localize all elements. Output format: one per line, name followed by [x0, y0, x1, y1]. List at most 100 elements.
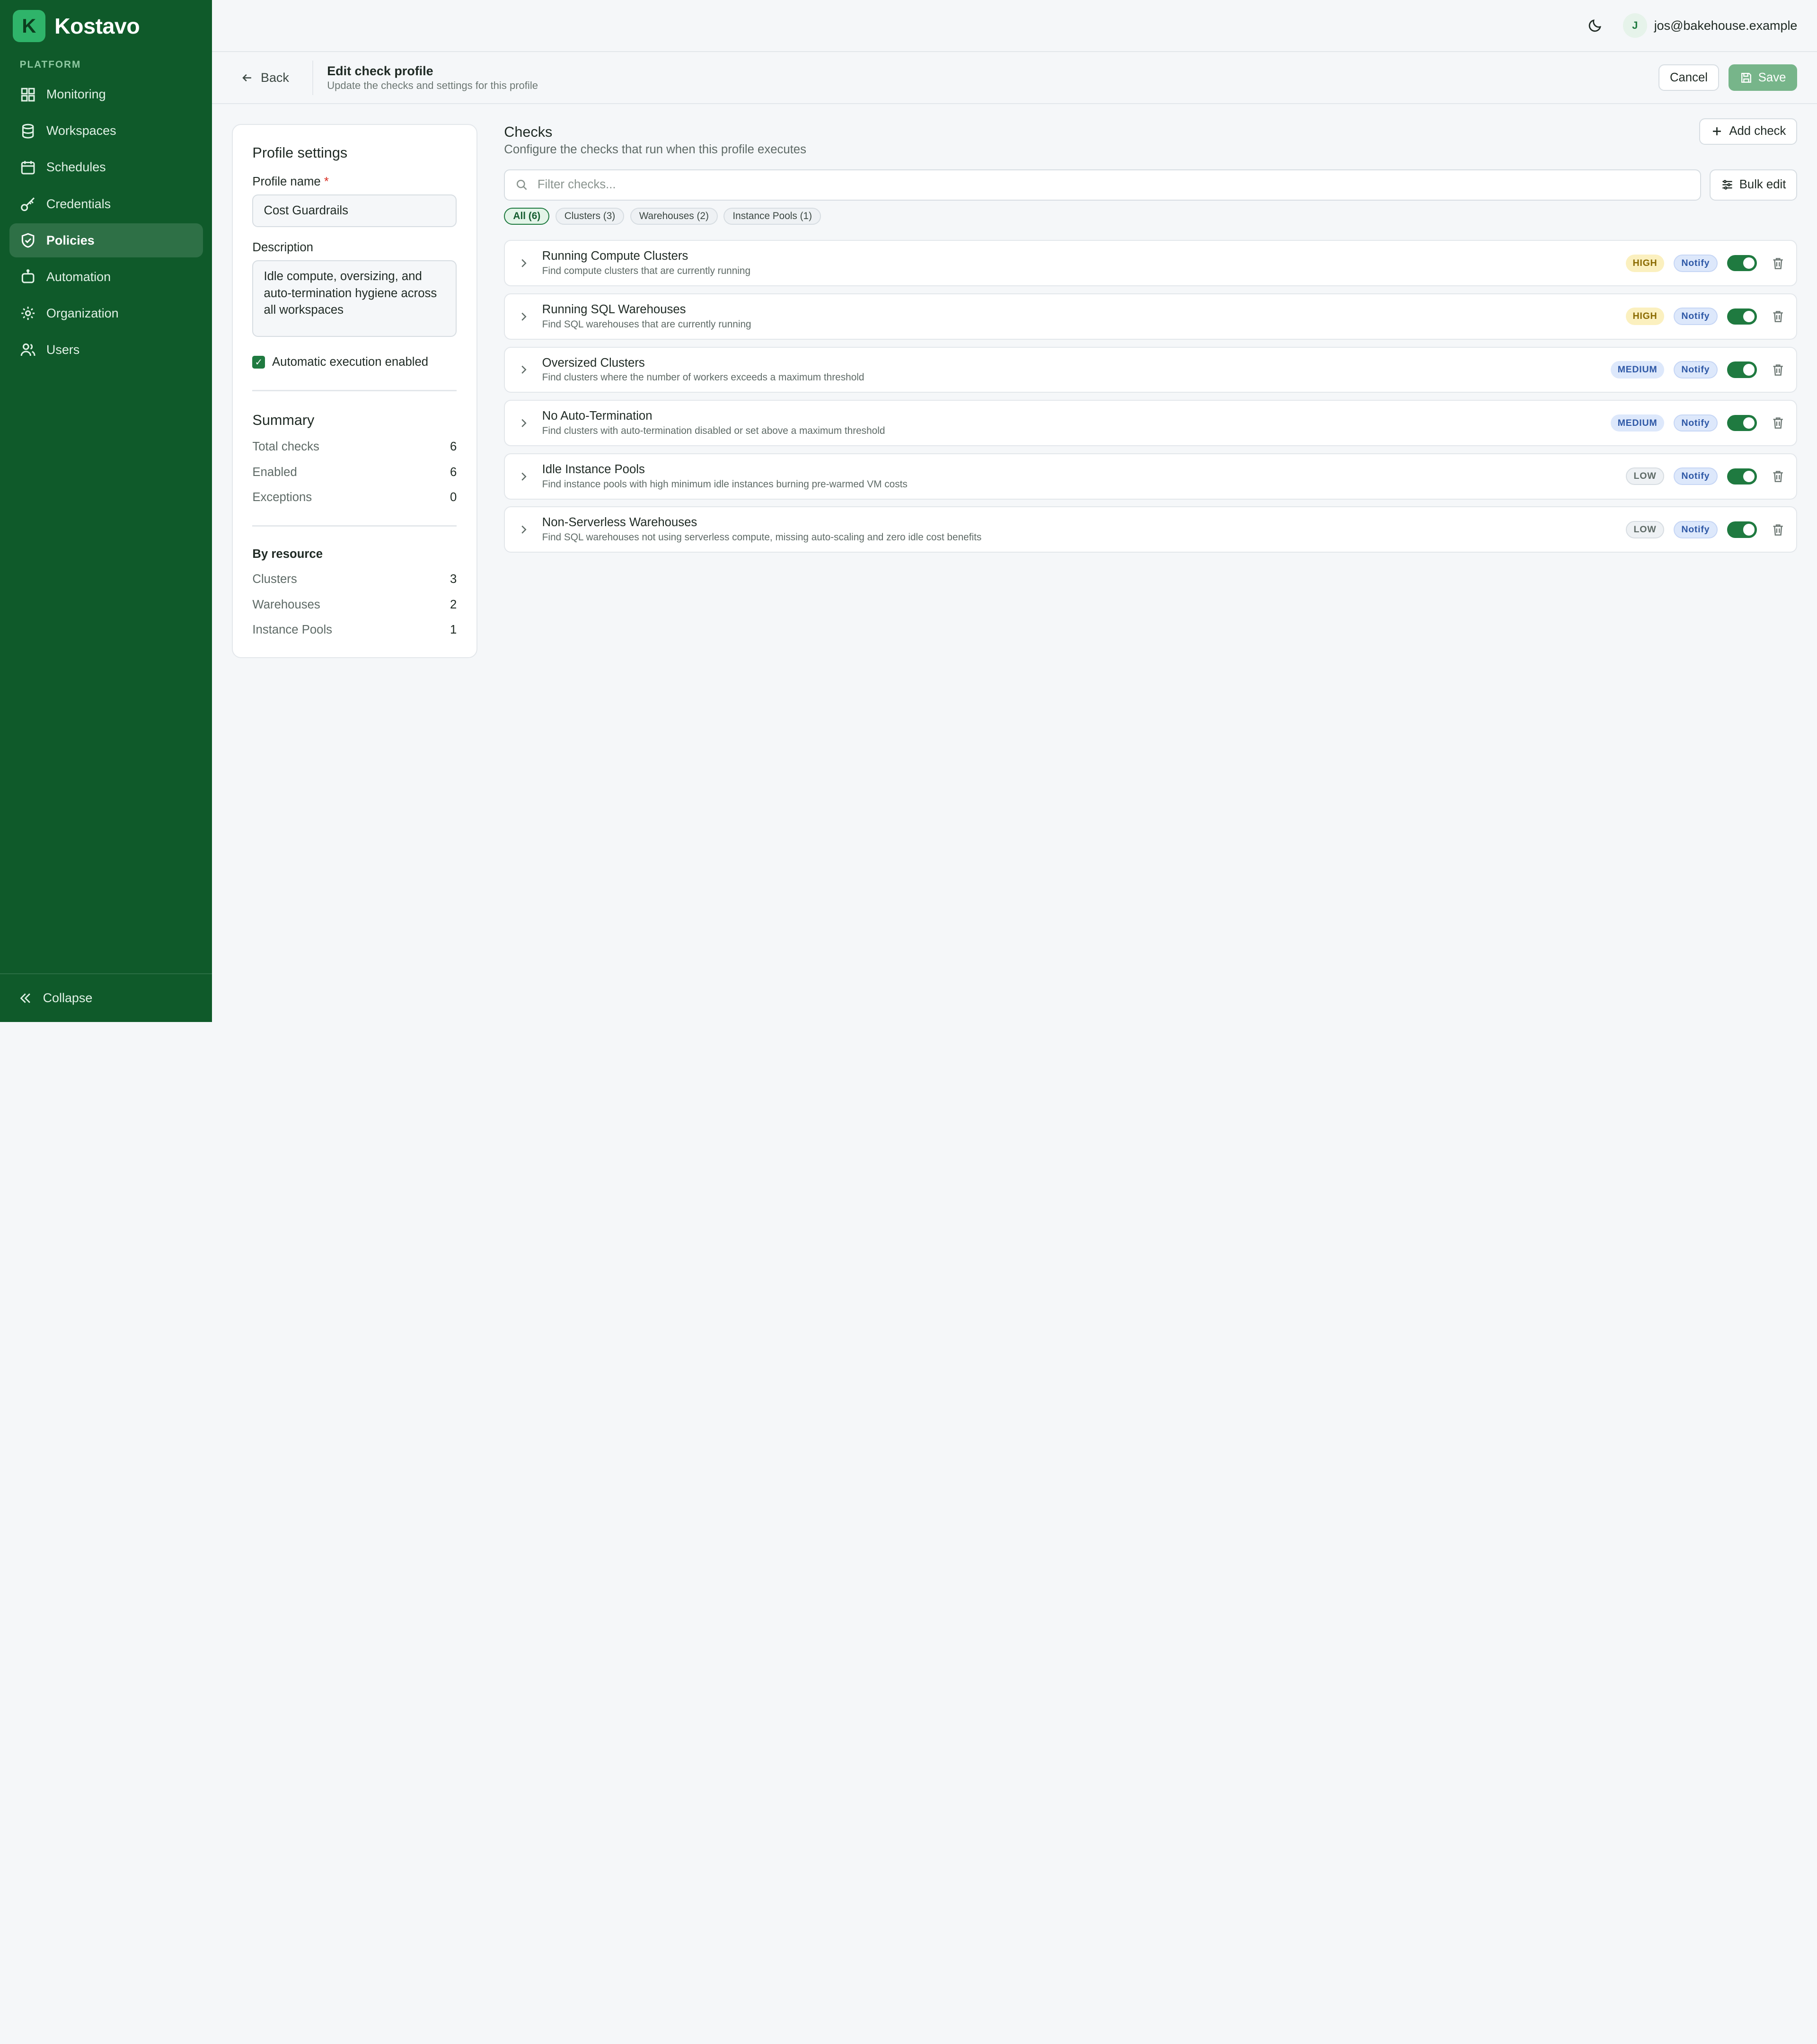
filter-checks-input[interactable]: Filter checks... [504, 169, 1702, 201]
action-badge[interactable]: Notify [1673, 521, 1718, 538]
check-text: Non-Serverless Warehouses Find SQL wareh… [542, 516, 1626, 543]
profile-name-input[interactable]: Cost Guardrails [252, 194, 457, 227]
check-description: Find clusters where the number of worker… [542, 372, 864, 383]
description-label: Description [252, 241, 313, 255]
trash-icon[interactable] [1771, 523, 1785, 537]
save-button[interactable]: Save [1728, 64, 1798, 91]
action-badge[interactable]: Notify [1673, 254, 1718, 272]
sliders-icon [1722, 180, 1732, 190]
check-description: Find SQL warehouses that are currently r… [542, 318, 751, 330]
theme-toggle-button[interactable] [1583, 14, 1606, 37]
sidebar-item-automation[interactable]: Automation [9, 260, 203, 294]
filter-chip-warehouses[interactable]: Warehouses (2) [630, 207, 718, 225]
brand-logo: K [12, 9, 45, 43]
filter-chip-all[interactable]: All (6) [504, 207, 550, 225]
sidebar-nav: Monitoring Workspaces Schedules Credenti… [0, 78, 212, 367]
resource-row: Warehouses 2 [252, 598, 457, 612]
sidebar-item-label: Automation [46, 269, 111, 284]
description-textarea[interactable]: Idle compute, oversizing, and auto-termi… [252, 260, 457, 337]
check-row[interactable]: No Auto-Termination Find clusters with a… [504, 400, 1798, 447]
content: Profile settings Profile name * Cost Gua… [212, 104, 1817, 659]
sidebar-item-workspaces[interactable]: Workspaces [9, 114, 203, 148]
sidebar-item-organization[interactable]: Organization [9, 296, 203, 330]
sidebar-item-users[interactable]: Users [9, 333, 203, 367]
check-title: Running Compute Clusters [542, 249, 688, 263]
sidebar-item-monitoring[interactable]: Monitoring [9, 78, 203, 112]
resource-value: 3 [450, 573, 457, 586]
filter-chip-instance-pools[interactable]: Instance Pools (1) [723, 207, 821, 225]
severity-badge: LOW [1625, 521, 1665, 538]
trash-icon[interactable] [1771, 469, 1785, 483]
app-root: K Kostavo PLATFORM Monitoring Workspaces… [0, 0, 1817, 1022]
calendar-icon [21, 161, 35, 175]
arrow-left-icon [242, 74, 252, 81]
chevron-right-icon[interactable] [518, 417, 529, 429]
check-text: Running SQL Warehouses Find SQL warehous… [542, 303, 1626, 330]
check-row[interactable]: Oversized Clusters Find clusters where t… [504, 346, 1798, 393]
enabled-toggle[interactable] [1727, 414, 1757, 432]
summary-label: Enabled [252, 465, 297, 479]
checks-panel: Checks Configure the checks that run whe… [504, 118, 1798, 658]
avatar: J [1623, 13, 1647, 38]
back-label: Back [261, 70, 289, 85]
check-row[interactable]: Running SQL Warehouses Find SQL warehous… [504, 293, 1798, 340]
cancel-button[interactable]: Cancel [1658, 64, 1719, 91]
summary-title: Summary [252, 412, 315, 428]
check-description: Find compute clusters that are currently… [542, 265, 751, 277]
action-badge[interactable]: Notify [1673, 414, 1718, 432]
sidebar-item-label: Monitoring [46, 87, 106, 102]
checks-title: Checks [504, 124, 553, 141]
enabled-toggle[interactable] [1727, 521, 1757, 538]
brand[interactable]: K Kostavo [0, 0, 212, 52]
auto-exec-row[interactable]: ✓ Automatic execution enabled [252, 355, 457, 369]
enabled-toggle[interactable] [1727, 361, 1757, 378]
check-row[interactable]: Running Compute Clusters Find compute cl… [504, 240, 1798, 287]
check-row[interactable]: Non-Serverless Warehouses Find SQL wareh… [504, 506, 1798, 553]
action-badge[interactable]: Notify [1673, 467, 1718, 485]
bulk-edit-button[interactable]: Bulk edit [1709, 169, 1798, 201]
search-row: Filter checks... Bulk edit [504, 169, 1798, 201]
enabled-toggle[interactable] [1727, 255, 1757, 272]
profile-settings-title: Profile settings [252, 144, 348, 161]
action-badge[interactable]: Notify [1673, 361, 1718, 379]
trash-icon[interactable] [1771, 363, 1785, 377]
auto-exec-checkbox[interactable]: ✓ [252, 356, 265, 369]
resource-value: 2 [450, 598, 457, 611]
chevron-right-icon[interactable] [518, 364, 529, 375]
chevron-right-icon[interactable] [518, 471, 529, 482]
sidebar-item-credentials[interactable]: Credentials [9, 187, 203, 221]
chevron-right-icon[interactable] [518, 524, 529, 535]
chevron-right-icon[interactable] [518, 311, 529, 322]
trash-icon[interactable] [1771, 256, 1785, 270]
enabled-toggle[interactable] [1727, 308, 1757, 325]
resource-value: 1 [450, 623, 457, 637]
add-check-button[interactable]: Add check [1699, 118, 1798, 145]
shield-icon [21, 233, 35, 248]
check-title: Idle Instance Pools [542, 462, 645, 476]
key-icon [20, 197, 35, 211]
filter-chip-clusters[interactable]: Clusters (3) [555, 207, 625, 225]
check-text: No Auto-Termination Find clusters with a… [542, 409, 1611, 437]
summary-value: 0 [450, 491, 457, 504]
collapse-button[interactable]: Collapse [0, 973, 212, 1022]
trash-icon[interactable] [1771, 416, 1785, 430]
sidebar-item-policies[interactable]: Policies [9, 223, 203, 258]
summary-label: Total checks [252, 440, 319, 454]
gear-icon [21, 307, 35, 320]
back-button[interactable]: Back [241, 60, 313, 96]
save-icon [1741, 72, 1751, 83]
check-row[interactable]: Idle Instance Pools Find instance pools … [504, 453, 1798, 500]
save-label: Save [1758, 70, 1786, 84]
action-badge[interactable]: Notify [1673, 308, 1718, 326]
user-menu[interactable]: J jos@bakehouse.example [1623, 13, 1797, 38]
resource-row: Clusters 3 [252, 573, 457, 586]
enabled-toggle[interactable] [1727, 468, 1757, 485]
divider [252, 525, 457, 527]
trash-icon[interactable] [1771, 309, 1785, 323]
summary-label: Exceptions [252, 491, 312, 504]
check-text: Oversized Clusters Find clusters where t… [542, 356, 1611, 384]
sidebar-item-schedules[interactable]: Schedules [9, 150, 203, 185]
required-mark: * [324, 175, 329, 189]
robot-icon [21, 269, 35, 283]
chevron-right-icon[interactable] [518, 257, 529, 269]
